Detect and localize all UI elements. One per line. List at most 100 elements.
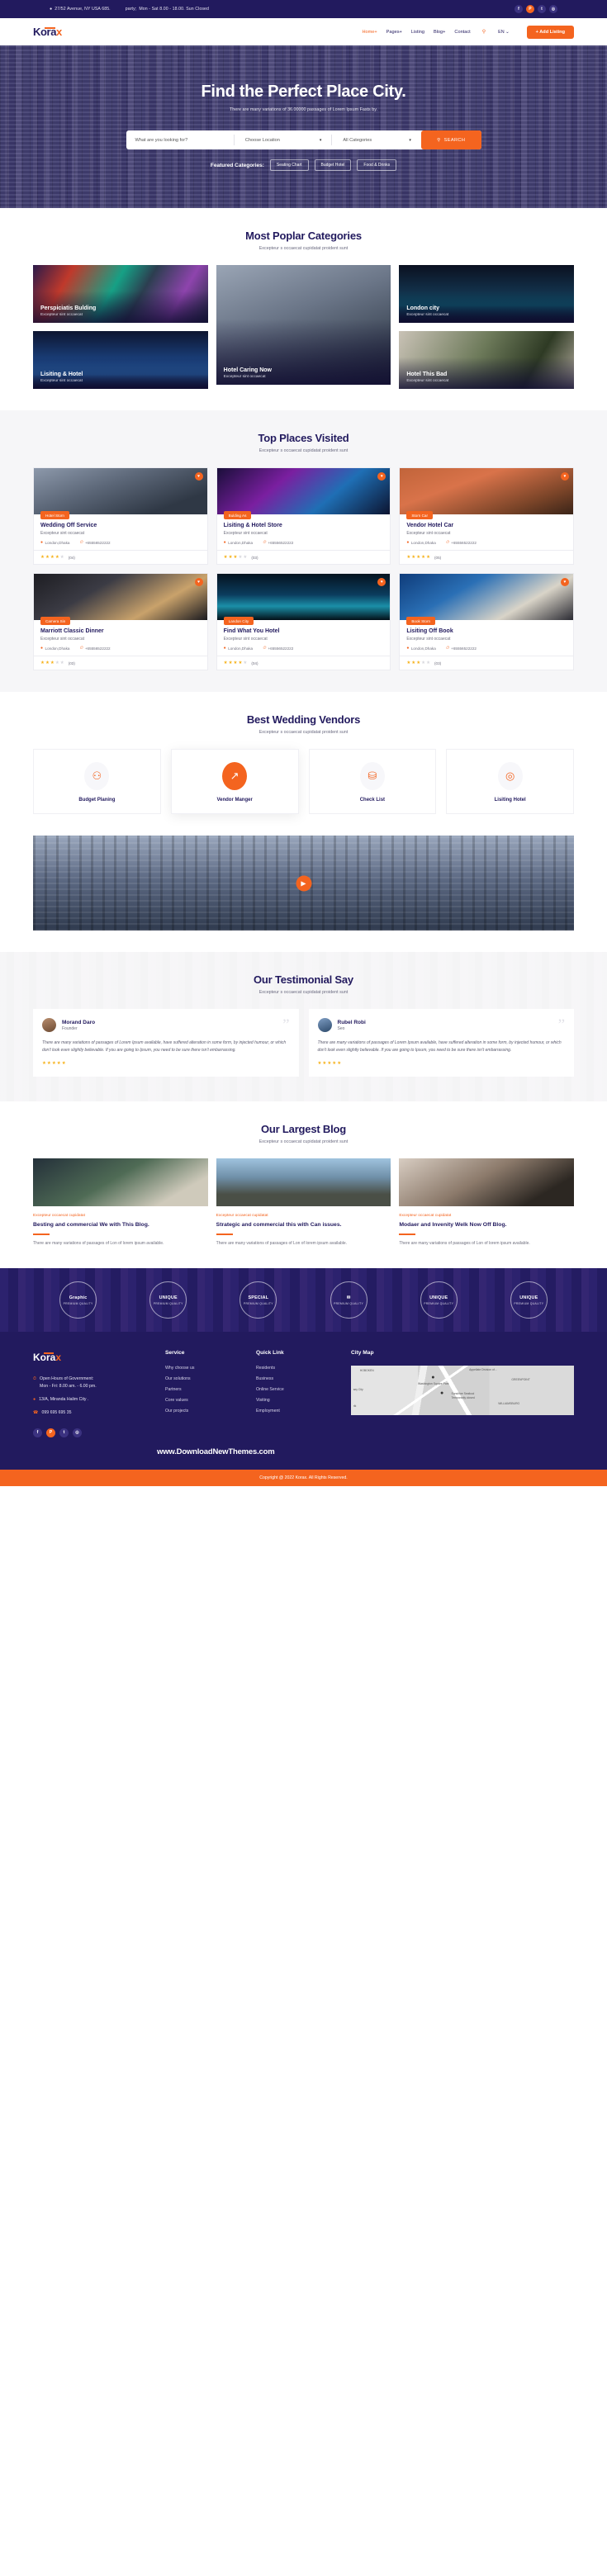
city-map[interactable]: ● ● HOBOKEN Appellate Division of... GRE… (351, 1366, 574, 1416)
instagram-icon[interactable]: ◎ (73, 1428, 82, 1437)
place-location: ● London,Dhaka (40, 646, 70, 651)
play-icon[interactable]: ▶ (296, 875, 311, 891)
category-select[interactable]: All Categories ▾ (332, 138, 421, 143)
blog-divider (33, 1234, 50, 1235)
place-footer: ★★★★★ (03) (400, 656, 573, 670)
favorite-icon[interactable]: ♥ (377, 578, 386, 586)
video-promo[interactable]: ▶ (33, 836, 574, 930)
place-title: Wedding Off Service (40, 523, 97, 528)
blog-card[interactable]: Excepteur occaecat cupidatat Besting and … (33, 1158, 208, 1248)
add-listing-button[interactable]: + Add Listing (526, 25, 574, 39)
favorite-icon[interactable]: ♥ (194, 578, 203, 586)
blog-header: Our Largest Blog Excepteur s occaecat cu… (33, 1123, 574, 1144)
place-card[interactable]: ♥ Landon City Find What You Hotel Excepteur… (216, 573, 391, 670)
nav-item-home[interactable]: Home+ (362, 30, 377, 35)
vendor-card-check-list[interactable]: ⛁ Check List (308, 749, 437, 814)
place-title: Marriott Classic Dinner (40, 628, 104, 634)
logo-bar-icon (45, 27, 55, 29)
nav-item-contact[interactable]: Contact (454, 30, 470, 35)
place-card[interactable]: ♥ Hotel Storn Wedding Off Service Excepteur… (33, 467, 208, 565)
footer-website-url[interactable]: www.DownloadNewThemes.com (157, 1447, 275, 1456)
favorite-icon[interactable]: ♥ (377, 472, 386, 481)
facebook-icon[interactable]: f (515, 5, 523, 13)
footer-quicklink-link[interactable]: Visiting (256, 1398, 343, 1403)
testimonial-text: There are many variations of passages of… (42, 1040, 287, 1054)
category-card-hotel-this-bad[interactable]: Hotel This Bad Excepteur sint occaecat (399, 331, 574, 389)
topbar-socials: f P t ◎ (515, 5, 557, 13)
search-icon[interactable]: ⚲ (482, 29, 486, 35)
featured-chip-budget[interactable]: Budget Hotel (314, 159, 352, 171)
footer-service-link[interactable]: Why choose us (165, 1366, 248, 1371)
blog-post-title[interactable]: Besting and commercial We with This Blog… (33, 1221, 208, 1229)
pinterest-icon[interactable]: P (46, 1428, 55, 1437)
footer-citymap-heading: City Map (351, 1350, 374, 1357)
blog-post-title[interactable]: Modaer and Invenity Welk Now Off Blog. (399, 1221, 574, 1229)
rating-count: (03) (68, 661, 75, 665)
vendor-card-budget-planing[interactable]: ⚇ Budget Planing (33, 749, 161, 814)
category-card-hotel-caring[interactable]: Hotel Caring Now Excepteur sint occaecat (216, 265, 391, 385)
favorite-icon[interactable]: ♥ (194, 472, 203, 481)
blog-category[interactable]: Excepteur occaecat cupidatat (216, 1214, 391, 1218)
pinterest-icon[interactable]: P (526, 5, 534, 13)
footer-quicklink-link[interactable]: Online Service (256, 1387, 343, 1392)
twitter-icon[interactable]: t (59, 1428, 69, 1437)
twitter-icon[interactable]: t (538, 5, 546, 13)
featured-chip-seating[interactable]: Seating Chart (269, 159, 309, 171)
place-location: ● London,Dhaka (406, 646, 436, 651)
testimonial-title: Our Testimonial Say (254, 973, 353, 986)
favorite-icon[interactable]: ♥ (561, 472, 569, 481)
target-icon: ◎ (497, 762, 523, 790)
category-card-lisiting-hotel[interactable]: Lisiting & Hotel Excepteur sint occaecat (33, 331, 208, 389)
hero-search-bar: What are you looking for? Choose Locatio… (126, 130, 481, 149)
footer-quicklink-link[interactable]: Business (256, 1376, 343, 1381)
facebook-icon[interactable]: f (33, 1428, 42, 1437)
nav-item-blog[interactable]: Blog+ (434, 30, 445, 35)
place-card[interactable]: ♥ Book Storn Lisiting Off Book Excepteur si… (399, 573, 574, 670)
category-card-london[interactable]: London city Excepteur sint occaecat (399, 265, 574, 323)
place-location: ● London,Dhaka (40, 540, 70, 545)
footer-quicklink-link[interactable]: Employment (256, 1409, 343, 1413)
category-caption: Perspiciatis Bulding Excepteur sint occa… (40, 305, 96, 317)
blog-card[interactable]: Excepteur occaecat cupidatat Modaer and I… (399, 1158, 574, 1248)
place-phone: ⏱ +65556522222 (445, 540, 477, 545)
place-card[interactable]: ♥ Storn Car Vendor Hotel Car Excepteur sint… (399, 467, 574, 565)
blog-post-title[interactable]: Strategic and commercial this with Can i… (216, 1221, 391, 1229)
nav-item-listing[interactable]: Listing (411, 30, 424, 35)
place-location: ● London,Dhaka (406, 540, 436, 545)
instagram-icon[interactable]: ◎ (549, 5, 557, 13)
vendors-grid: ⚇ Budget Planing ↗ Vendor Manger ⛁ Check… (33, 749, 574, 814)
footer-quicklink-link[interactable]: Residents (256, 1366, 343, 1371)
place-card[interactable]: ♥ Bulding As Lisiting & Hotel Store Excepte… (216, 467, 391, 565)
blog-card[interactable]: Excepteur occaecat cupidatat Strategic an… (216, 1158, 391, 1248)
blog-category[interactable]: Excepteur occaecat cupidatat (399, 1214, 574, 1218)
blog-category[interactable]: Excepteur occaecat cupidatat (33, 1214, 208, 1218)
places-section: Top Places Visited Excepteur s occaecat … (0, 410, 607, 692)
footer-logo[interactable]: Korax (33, 1352, 61, 1363)
category-card-perspiciatis[interactable]: Perspiciatis Bulding Excepteur sint occa… (33, 265, 208, 323)
blog-excerpt: There are many variations of passages of… (33, 1240, 164, 1246)
vendor-card-vendor-manger[interactable]: ↗ Vendor Manger (170, 749, 299, 814)
location-select[interactable]: Choose Location ▾ (235, 138, 331, 143)
place-image: ♥ Hotel Storn (34, 468, 207, 519)
footer-service-link[interactable]: Our projects (165, 1409, 248, 1413)
person-planner-icon: ⚇ (84, 762, 110, 790)
place-footer: ★★★★★ (03) (216, 550, 391, 564)
footer-service-link[interactable]: Core values (165, 1398, 248, 1403)
vendor-card-lisiting-hotel[interactable]: ◎ Lisiting Hotel (446, 749, 574, 814)
nav-item-pages[interactable]: Pages+ (386, 30, 402, 35)
search-button[interactable]: ⚲ SEARCH (420, 130, 481, 149)
footer-service-link[interactable]: Our solutions (165, 1376, 248, 1381)
place-title: Vendor Hotel Car (406, 523, 454, 528)
footer-phone-text[interactable]: 099 695 695 35 (41, 1409, 71, 1416)
footer-contact-info: ⏱ Open Hours of Government: Mon - Fri: 8… (33, 1376, 157, 1416)
featured-chip-food[interactable]: Food & Drinks (357, 159, 397, 171)
site-logo[interactable]: Korax (33, 26, 62, 38)
testimonial-role: Seo (337, 1025, 345, 1031)
place-card[interactable]: ♥ Camera Sin Marriott Classic Dinner Except… (33, 573, 208, 670)
place-phone: ⏱ +65556522222 (79, 646, 111, 651)
language-selector[interactable]: EN ⌄ (498, 30, 510, 35)
search-input[interactable]: What are you looking for? (135, 138, 234, 143)
favorite-icon[interactable]: ♥ (561, 578, 569, 586)
footer-quicklink-heading: Quick Link (256, 1350, 284, 1357)
footer-service-link[interactable]: Partners (165, 1387, 248, 1392)
